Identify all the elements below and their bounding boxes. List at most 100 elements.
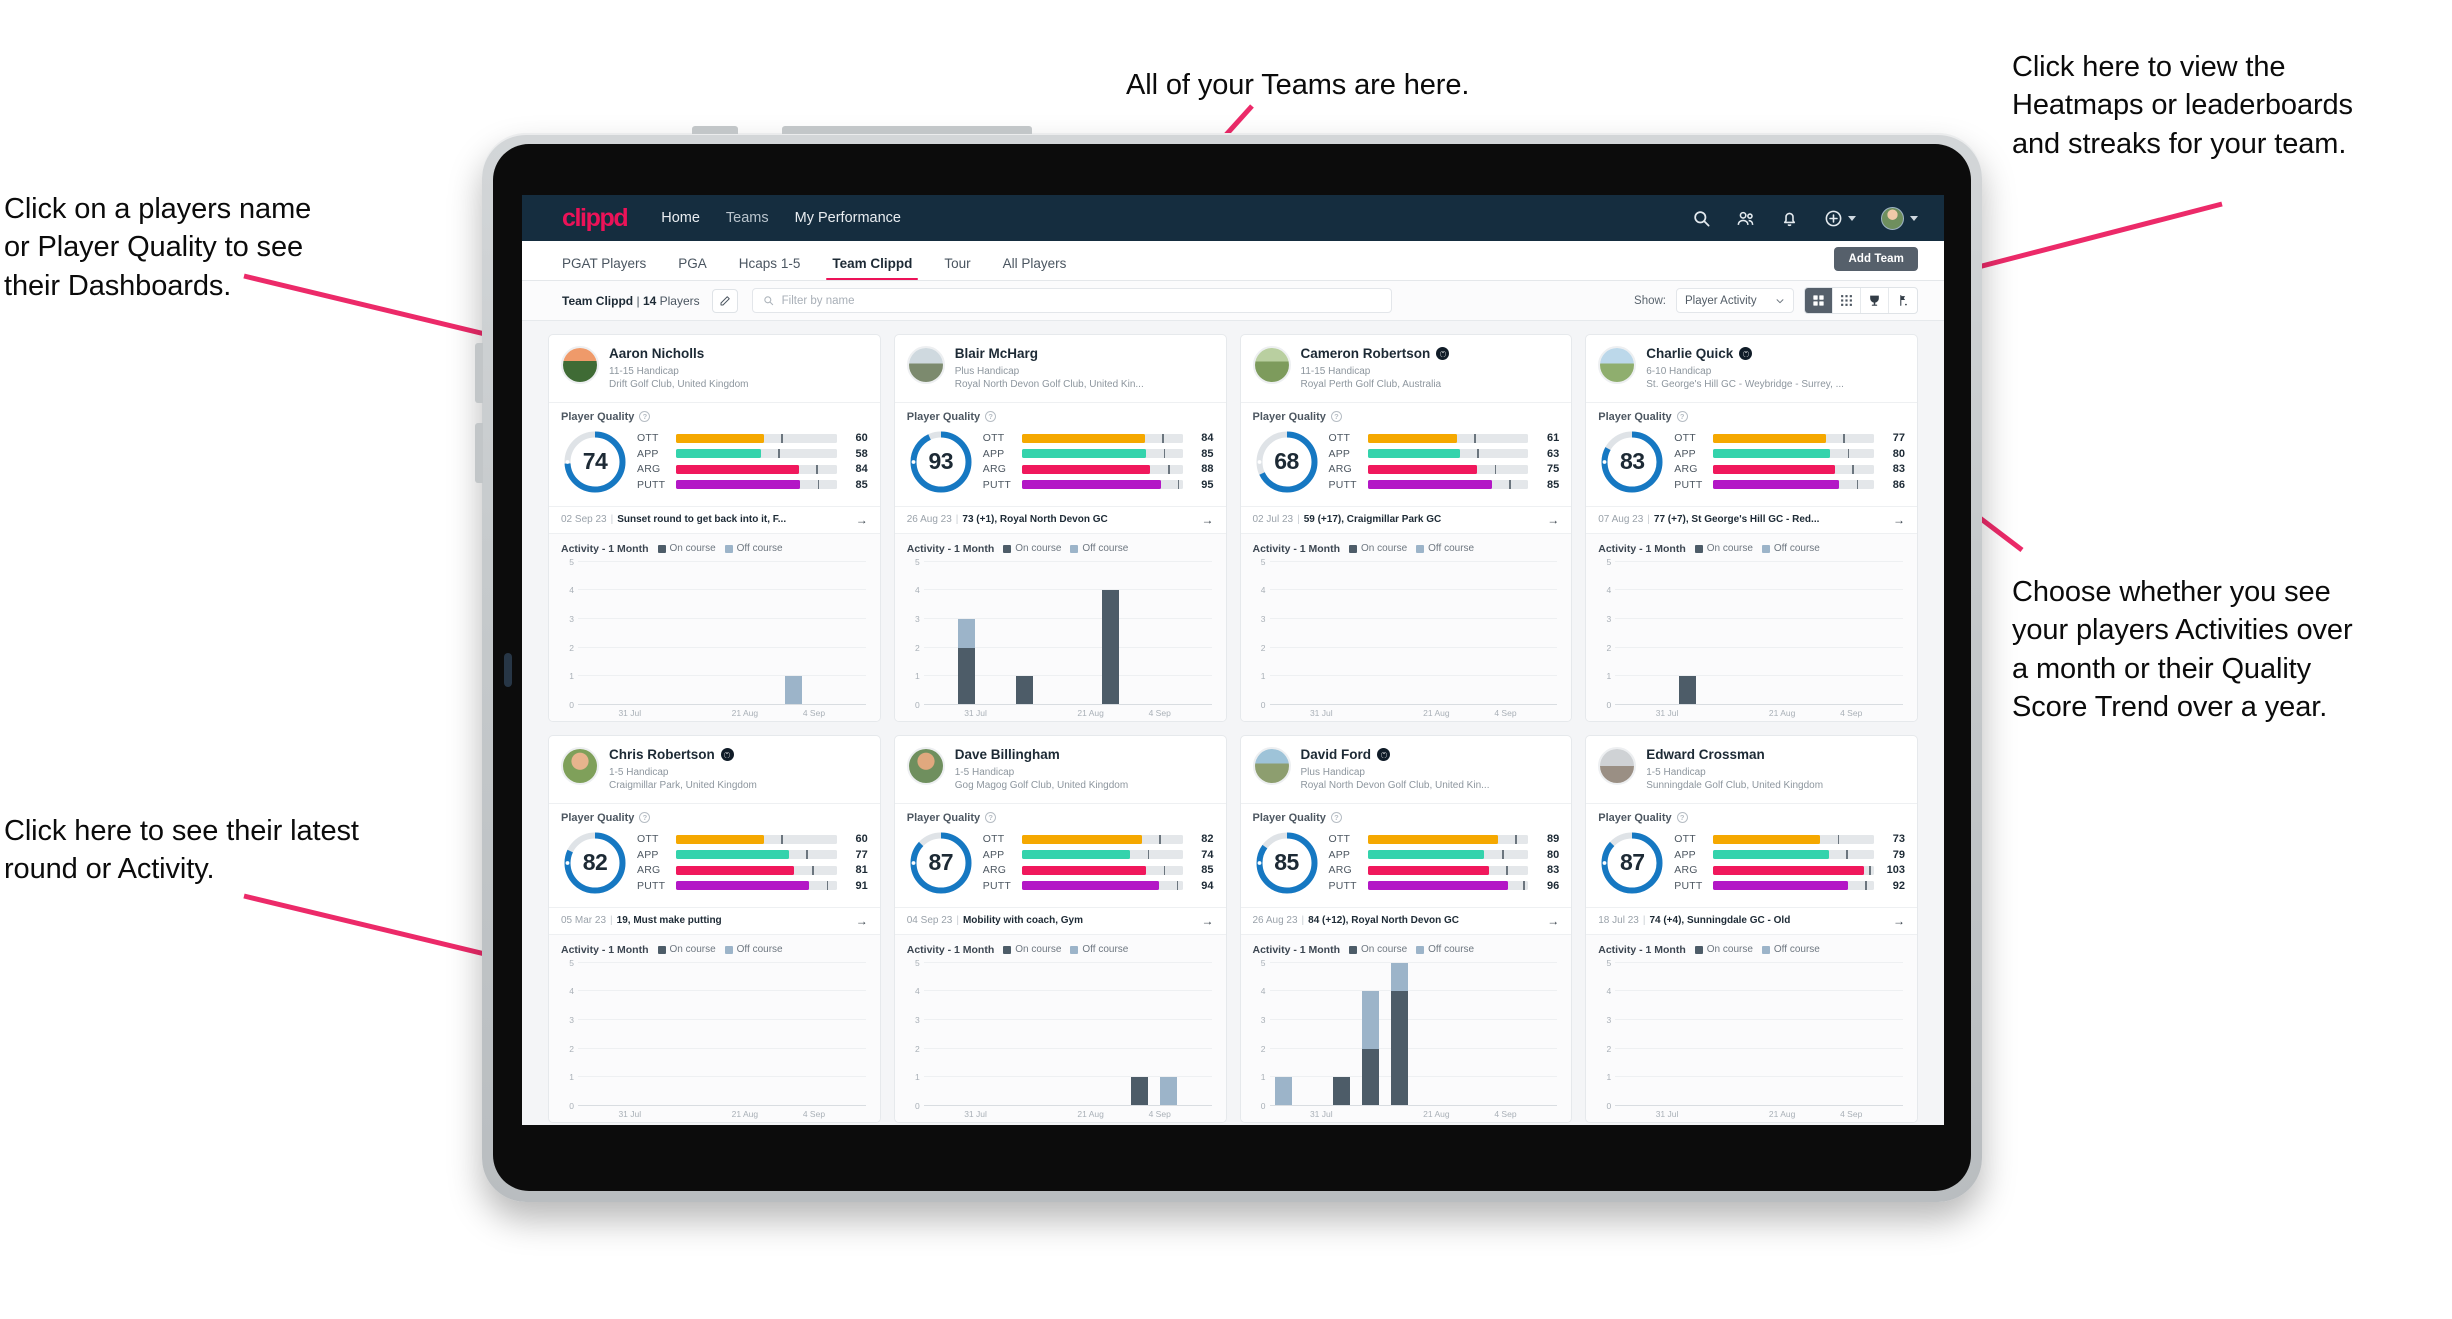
latest-round-row[interactable]: 02 Sep 23 | Sunset round to get back into … [549, 505, 880, 534]
nav-link-home[interactable]: Home [661, 210, 700, 226]
help-icon[interactable]: ? [1676, 411, 1688, 423]
player-name[interactable]: Aaron Nicholls [609, 346, 704, 362]
latest-round-row[interactable]: 18 Jul 23 | 74 (+4), Sunningdale GC - Old → [1586, 906, 1917, 935]
player-card-header[interactable]: Cameron Robertson 11-15 Handicap Royal Per… [1241, 335, 1572, 402]
quality-score-donut[interactable]: 87 [907, 829, 975, 897]
tab-tour[interactable]: Tour [928, 241, 986, 280]
nav-link-teams[interactable]: Teams [726, 210, 769, 226]
player-name-row[interactable]: Edward Crossman [1646, 747, 1823, 763]
arrow-right-icon[interactable]: → [1202, 915, 1214, 927]
player-card-header[interactable]: Aaron Nicholls 11-15 Handicap Drift Golf C… [549, 335, 880, 402]
quality-score-donut[interactable]: 87 [1598, 829, 1666, 897]
player-card-header[interactable]: Charlie Quick 6-10 Handicap St. George's H… [1586, 335, 1917, 402]
edit-team-button[interactable] [711, 288, 738, 313]
player-name-row[interactable]: Chris Robertson [609, 747, 757, 763]
player-avatar[interactable] [1598, 747, 1637, 785]
latest-round-row[interactable]: 26 Aug 23 | 84 (+12), Royal North Devon GC… [1240, 906, 1572, 935]
player-avatar[interactable] [1252, 346, 1291, 384]
player-card[interactable]: Blair McHarg Plus Handicap Royal North Dev… [893, 334, 1227, 722]
help-icon[interactable]: ? [639, 812, 651, 824]
help-icon[interactable]: ? [1676, 812, 1688, 824]
player-avatar[interactable] [906, 747, 945, 785]
player-card-header[interactable]: Chris Robertson 1-5 Handicap Craigmillar P… [549, 736, 880, 803]
player-quality-section[interactable]: Player Quality? 82 OTT 60 APP 77 ARG 81 PUTT 91 [549, 802, 880, 907]
add-menu[interactable] [1824, 209, 1856, 228]
quality-score-donut[interactable]: 85 [1253, 829, 1321, 897]
help-icon[interactable]: ? [985, 812, 997, 824]
arrow-right-icon[interactable]: → [1547, 514, 1559, 526]
people-icon[interactable] [1736, 209, 1755, 228]
player-card[interactable]: Charlie Quick 6-10 Handicap St. George's H… [1585, 334, 1918, 722]
player-avatar[interactable] [561, 747, 599, 785]
player-quality-section[interactable]: Player Quality? 68 OTT 61 APP 63 ARG 75 PUTT 85 [1240, 401, 1572, 506]
plus-circle-icon[interactable] [1824, 209, 1843, 228]
player-card-header[interactable]: Blair McHarg Plus Handicap Royal North Dev… [895, 335, 1226, 402]
arrow-right-icon[interactable]: → [1202, 514, 1214, 526]
player-card-header[interactable]: Edward Crossman 1-5 Handicap Sunningdale G… [1586, 736, 1917, 803]
player-card-header[interactable]: Dave Billingham 1-5 Handicap Gog Magog Gol… [895, 736, 1226, 803]
player-name[interactable]: Edward Crossman [1646, 747, 1765, 763]
latest-round-row[interactable]: 02 Jul 23 | 59 (+17), Craigmillar Park GC → [1240, 505, 1572, 534]
latest-round-row[interactable]: 04 Sep 23 | Mobility with coach, Gym → [894, 906, 1226, 935]
trophy-view-icon[interactable] [1861, 288, 1889, 313]
bell-icon[interactable] [1780, 209, 1799, 228]
search-field[interactable]: Filter by name [751, 288, 1392, 313]
player-quality-section[interactable]: Player Quality? 85 OTT 89 APP 80 ARG 83 PUTT 96 [1240, 802, 1572, 907]
arrow-right-icon[interactable]: → [856, 915, 868, 927]
flag-leaderboard-icon[interactable] [1889, 288, 1917, 313]
help-icon[interactable]: ? [1330, 411, 1342, 423]
player-card[interactable]: Dave Billingham 1-5 Handicap Gog Magog Gol… [893, 735, 1227, 1123]
player-card[interactable]: David Ford Plus Handicap Royal North Devon… [1239, 735, 1573, 1123]
player-name-row[interactable]: Charlie Quick [1646, 346, 1844, 362]
player-name-row[interactable]: David Ford [1301, 747, 1490, 763]
help-icon[interactable]: ? [639, 411, 651, 423]
search-input[interactable]: Filter by name [782, 295, 855, 307]
player-name-row[interactable]: Blair McHarg [955, 346, 1144, 362]
player-name[interactable]: Charlie Quick [1646, 346, 1733, 362]
quality-score-donut[interactable]: 74 [561, 428, 629, 496]
quality-score-donut[interactable]: 83 [1598, 428, 1666, 496]
avatar[interactable] [1881, 206, 1904, 230]
player-quality-section[interactable]: Player Quality? 74 OTT 60 APP 58 ARG 84 PUTT 85 [549, 401, 880, 506]
nav-link-my-performance[interactable]: My Performance [795, 210, 901, 226]
player-name[interactable]: Blair McHarg [955, 346, 1038, 362]
player-quality-section[interactable]: Player Quality? 83 OTT 77 APP 80 ARG 83 PUTT 86 [1586, 401, 1917, 506]
tab-pga[interactable]: PGA [662, 241, 723, 280]
show-select[interactable]: Player Activity [1676, 288, 1794, 313]
help-icon[interactable]: ? [1330, 812, 1342, 824]
user-menu[interactable] [1881, 206, 1918, 230]
player-card[interactable]: Aaron Nicholls 11-15 Handicap Drift Golf C… [548, 334, 881, 722]
tab-team-clippd[interactable]: Team Clippd [816, 241, 928, 280]
player-name-row[interactable]: Dave Billingham [955, 747, 1128, 763]
tab-pgat-players[interactable]: PGAT Players [562, 241, 662, 280]
player-card[interactable]: Edward Crossman 1-5 Handicap Sunningdale G… [1585, 735, 1918, 1123]
player-avatar[interactable] [561, 346, 599, 384]
search-icon[interactable] [1692, 209, 1711, 228]
quality-score-donut[interactable]: 93 [907, 428, 975, 496]
dense-grid-view-icon[interactable] [1833, 288, 1861, 313]
arrow-right-icon[interactable]: → [1547, 915, 1559, 927]
latest-round-row[interactable]: 07 Aug 23 | 77 (+7), St George's Hill GC -… [1586, 505, 1917, 534]
player-name[interactable]: Cameron Robertson [1301, 346, 1431, 362]
player-name[interactable]: Chris Robertson [609, 747, 715, 763]
latest-round-row[interactable]: 05 Mar 23 | 19, Must make putting → [549, 906, 880, 935]
add-team-button[interactable]: Add Team [1834, 247, 1918, 271]
player-name-row[interactable]: Aaron Nicholls [609, 346, 749, 362]
quality-score-donut[interactable]: 82 [561, 829, 629, 897]
help-icon[interactable]: ? [985, 411, 997, 423]
player-card[interactable]: Cameron Robertson 11-15 Handicap Royal Per… [1239, 334, 1573, 722]
player-quality-section[interactable]: Player Quality? 93 OTT 84 APP 85 ARG 88 PUTT 95 [894, 401, 1226, 506]
grid-view-icon[interactable] [1805, 288, 1833, 313]
player-name[interactable]: David Ford [1301, 747, 1372, 763]
latest-round-row[interactable]: 26 Aug 23 | 73 (+1), Royal North Devon GC → [894, 505, 1226, 534]
player-quality-section[interactable]: Player Quality? 87 OTT 73 APP 79 ARG 103 PUTT 92 [1586, 802, 1917, 907]
clippd-logo[interactable]: clippd [562, 204, 629, 233]
player-card-header[interactable]: David Ford Plus Handicap Royal North Devon… [1241, 736, 1572, 803]
player-quality-section[interactable]: Player Quality? 87 OTT 82 APP 74 ARG 85 PUTT 94 [894, 802, 1226, 907]
arrow-right-icon[interactable]: → [1893, 915, 1905, 927]
player-name[interactable]: Dave Billingham [955, 747, 1060, 763]
player-avatar[interactable] [1598, 346, 1637, 384]
player-card[interactable]: Chris Robertson 1-5 Handicap Craigmillar P… [548, 735, 881, 1123]
quality-score-donut[interactable]: 68 [1253, 428, 1321, 496]
arrow-right-icon[interactable]: → [856, 514, 868, 526]
